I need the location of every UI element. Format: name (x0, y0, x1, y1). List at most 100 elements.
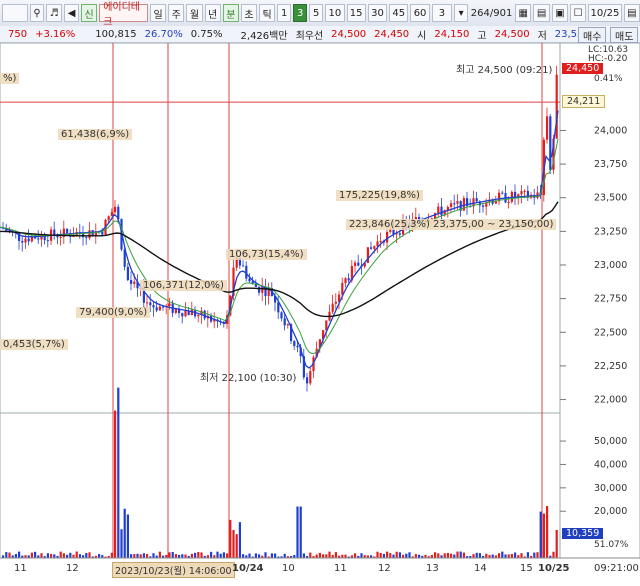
chart-icon[interactable]: ▤ (533, 4, 550, 22)
volume-bar (114, 410, 117, 558)
new-listing-badge: 신 (81, 4, 98, 22)
volume-tick-label: 20,000 (594, 506, 627, 517)
volume-bar (75, 551, 78, 558)
candle-body (398, 233, 401, 235)
volume-bar (405, 553, 408, 558)
interval-input[interactable]: 3 (431, 4, 453, 22)
interval-15[interactable]: 15 (346, 4, 366, 22)
sell-button[interactable]: 매도 (610, 27, 639, 43)
volume-bar (450, 553, 453, 558)
candle-body (261, 286, 264, 293)
candle-body (523, 190, 526, 192)
candle-body (283, 318, 286, 326)
candle-body (344, 278, 347, 284)
volume-bar (248, 553, 251, 558)
buy-button[interactable]: 매수 (578, 27, 607, 43)
volume-bar (443, 553, 446, 558)
interval-3[interactable]: 3 (293, 4, 308, 22)
interval-30[interactable]: 30 (367, 4, 388, 22)
volume-bar (232, 530, 235, 558)
volume-bar (555, 529, 558, 558)
interval-60[interactable]: 60 (410, 4, 430, 22)
candle-body (357, 262, 360, 266)
date-input[interactable]: 10/25 (588, 4, 622, 22)
turnover-pct: 26.70% (144, 28, 183, 40)
time-label-1: 11 (14, 563, 27, 574)
interval-5[interactable]: 5 (309, 4, 324, 22)
time-label-3: 2023/10/23(월) 14:06:00 (112, 562, 235, 578)
period-day[interactable]: 일 (150, 4, 167, 22)
prev-arrow-icon[interactable]: ◀ (64, 4, 80, 22)
candle-body (482, 205, 485, 207)
period-month[interactable]: 월 (186, 4, 203, 22)
calendar-icon[interactable]: ▤ (623, 4, 640, 22)
search-icon[interactable]: ⚲ (29, 4, 45, 22)
candle-body (24, 238, 27, 243)
stock-name[interactable]: 에이디테크 (99, 2, 149, 28)
candle-body (21, 240, 24, 243)
period-second[interactable]: 초 (240, 4, 258, 22)
volume-bar (539, 511, 542, 558)
code-combo[interactable] (2, 4, 28, 22)
candle-body (203, 310, 206, 319)
time-label-4: 10/24 (232, 563, 264, 574)
volume-bar (197, 552, 200, 558)
volume-bar (360, 553, 363, 558)
checkbox-icon[interactable]: ☐ (570, 4, 587, 22)
time-label-8: 13 (426, 563, 439, 574)
candle-body (331, 303, 334, 312)
candle-body (155, 307, 158, 311)
ratio-pct: 0.75% (190, 28, 223, 40)
grid-icon[interactable]: ▦ (514, 4, 532, 22)
time-label-9: 14 (474, 563, 487, 574)
volume-bar (478, 553, 481, 558)
candle-body (347, 278, 350, 281)
candle-body (110, 212, 113, 217)
volume-bar (200, 552, 203, 558)
speaker-icon[interactable]: ♬ (46, 4, 63, 22)
volume-bar (190, 553, 193, 558)
volume-bar (354, 553, 357, 558)
pref-label: 최우선 (295, 30, 324, 42)
volume-bar (472, 554, 475, 558)
volume-bar (30, 552, 33, 558)
volume-bar (475, 552, 478, 558)
volume-tick-label: 40,000 (594, 459, 627, 470)
candle-body (126, 266, 129, 281)
period-week[interactable]: 주 (168, 4, 185, 22)
volume-bar (386, 551, 389, 558)
change-pct: +3.16% (35, 28, 76, 40)
interval-10[interactable]: 10 (325, 4, 345, 22)
chart-area[interactable]: 24,000 23,750 23,500 23,250 23,000 22,750 22,5… (0, 42, 640, 583)
volume-bar (328, 551, 331, 558)
volume-bar (379, 552, 382, 558)
volume-bar (235, 534, 238, 558)
interval-1[interactable]: 1 (277, 4, 292, 22)
open-price: 24,150 (434, 28, 470, 40)
period-tick[interactable]: 틱 (259, 4, 276, 22)
note-4: 23,375,00 ~ 23,150,00) (430, 219, 557, 230)
volume-bar (315, 554, 318, 558)
volume-bar (136, 553, 139, 558)
save-icon[interactable]: ▣ (551, 4, 569, 22)
candle-body (354, 262, 357, 266)
volume-bar (520, 553, 523, 558)
note-5: 106,73(15,4%) (226, 249, 307, 260)
volume-bar (270, 553, 273, 558)
period-minute[interactable]: 분 (222, 4, 239, 22)
volume-bar (552, 551, 555, 558)
volume-bar (8, 552, 11, 558)
candle-body (494, 201, 497, 204)
period-year[interactable]: 년 (204, 4, 221, 22)
candle-body (280, 312, 283, 319)
dropdown-icon[interactable]: ▾ (454, 4, 469, 22)
note-8: 0,453(5,7%) (0, 339, 68, 350)
candle-body (130, 280, 133, 284)
volume-bar (133, 554, 136, 558)
interval-45[interactable]: 45 (389, 4, 409, 22)
volume-bar (434, 552, 437, 558)
volume-bar (510, 553, 513, 558)
volume-pct: 51.07% (594, 540, 629, 550)
volume-bar (296, 506, 299, 558)
time-label-2: 12 (66, 563, 79, 574)
